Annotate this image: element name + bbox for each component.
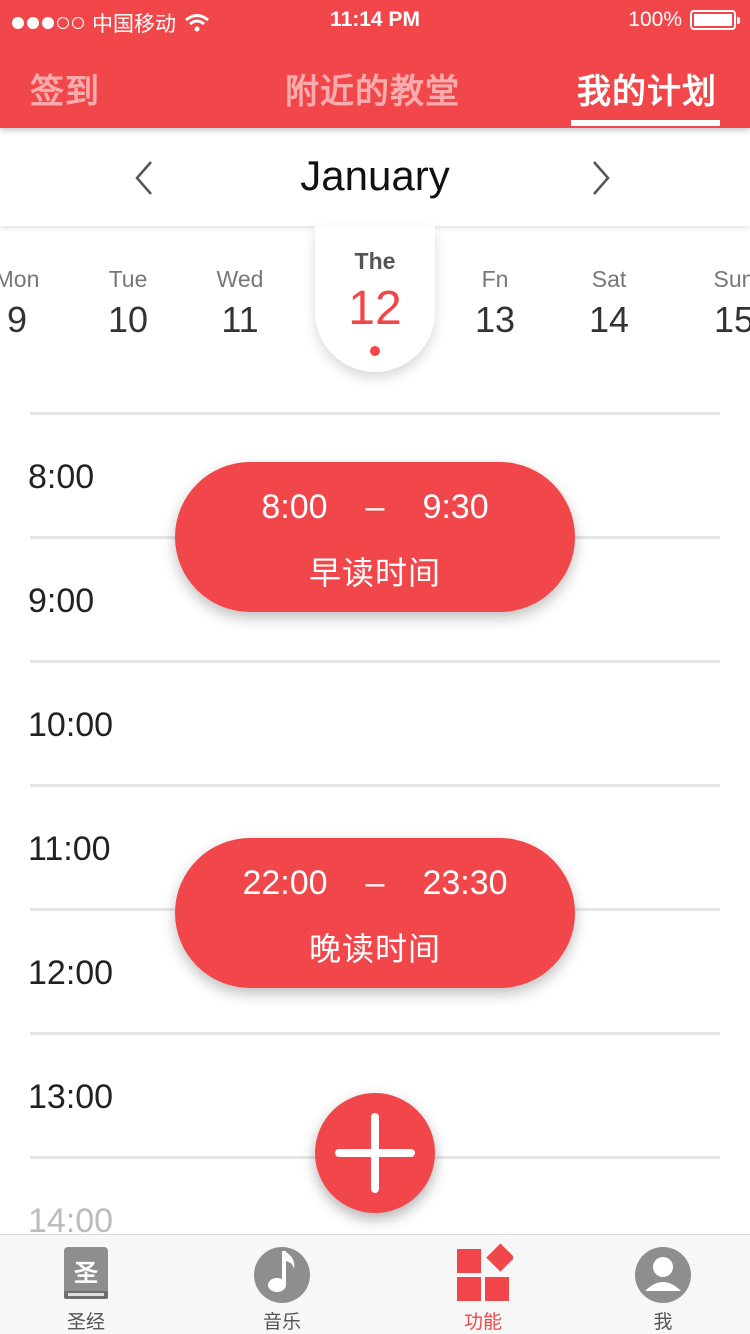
- day-date: 9: [6, 299, 28, 340]
- next-month-button[interactable]: [580, 158, 620, 198]
- day-name: Tue: [108, 266, 148, 292]
- day-name: Wed: [216, 266, 264, 292]
- day-name: The: [354, 248, 396, 274]
- day-date: 14: [588, 299, 630, 340]
- timeline-divider: [30, 1032, 720, 1035]
- music-note-icon: [252, 1243, 312, 1303]
- nav-me[interactable]: 我: [603, 1243, 723, 1334]
- nav-label: 音乐: [262, 1312, 301, 1333]
- day-saturday[interactable]: Sat 14: [554, 266, 664, 341]
- day-date: 10: [107, 299, 149, 340]
- timeline-divider: [30, 784, 720, 787]
- hour-label: 9:00: [28, 582, 95, 620]
- nav-bible[interactable]: 圣 圣经: [26, 1243, 146, 1334]
- status-bar: 中国移动 11:14 PM 100%: [0, 0, 750, 40]
- event-end-time: 9:30: [422, 488, 489, 526]
- tab-my-plan[interactable]: 我的计划: [577, 64, 717, 113]
- bible-icon-glyph: 圣: [74, 1260, 98, 1287]
- day-thursday-selected[interactable]: The 12: [315, 226, 435, 372]
- event-title: 晚读时间: [308, 931, 441, 967]
- nav-label: 功能: [463, 1312, 502, 1333]
- day-date: 15: [713, 299, 750, 340]
- event-range-dash: –: [365, 864, 385, 902]
- bible-book-icon: 圣: [56, 1243, 116, 1303]
- event-title: 早读时间: [308, 555, 441, 591]
- hour-label: 13:00: [28, 1078, 114, 1116]
- tab-nearby-churches[interactable]: 附近的教堂: [285, 64, 460, 113]
- app-header: 中国移动 11:14 PM 100% 签到 附近的教堂 我的计划: [0, 0, 750, 128]
- bottom-nav: 圣 圣经 音乐 功能 我: [0, 1234, 750, 1334]
- top-tabs: 签到 附近的教堂 我的计划: [0, 60, 750, 128]
- day-date: 11: [221, 299, 259, 340]
- event-evening-reading[interactable]: 22:00–23:30 晚读时间: [175, 838, 575, 988]
- nav-label: 圣经: [66, 1312, 105, 1333]
- hour-label: 12:00: [28, 954, 114, 992]
- event-range-dash: –: [365, 488, 385, 526]
- grid-diamond-icon: [453, 1243, 515, 1303]
- timeline-divider: [30, 660, 720, 663]
- hour-label: 11:00: [28, 830, 111, 868]
- day-name: Mon: [0, 266, 40, 292]
- hour-label: 10:00: [28, 706, 114, 744]
- nav-functions[interactable]: 功能: [423, 1243, 543, 1334]
- day-name: Sat: [591, 266, 627, 292]
- day-wednesday[interactable]: Wed 11: [185, 266, 295, 341]
- nav-music[interactable]: 音乐: [222, 1243, 342, 1334]
- day-monday[interactable]: Mon 9: [0, 266, 72, 341]
- nav-label: 我: [653, 1312, 673, 1333]
- event-end-time: 23:30: [422, 864, 508, 902]
- day-sunday[interactable]: Sun 15: [679, 266, 750, 341]
- battery-label: 100%: [628, 8, 682, 31]
- battery-icon: [690, 10, 740, 30]
- hour-label: 8:00: [28, 458, 95, 496]
- add-plan-button[interactable]: [315, 1093, 435, 1213]
- month-selector: January: [0, 128, 750, 226]
- timeline-divider: [30, 412, 720, 415]
- day-date: 12: [348, 282, 402, 335]
- event-indicator-dot: [370, 346, 380, 356]
- day-tuesday[interactable]: Tue 10: [73, 266, 183, 341]
- event-morning-reading[interactable]: 8:00–9:30 早读时间: [175, 462, 575, 612]
- day-name: Sun: [713, 266, 750, 292]
- event-start-time: 22:00: [242, 864, 328, 902]
- active-tab-indicator: [571, 120, 720, 126]
- month-title: January: [300, 152, 450, 199]
- day-name: Fn: [481, 266, 509, 292]
- day-date: 13: [474, 299, 516, 340]
- event-start-time: 8:00: [261, 488, 328, 526]
- chevron-right-icon: [593, 161, 610, 195]
- week-strip: Mon 9 Tue 10 Wed 11 The 12 Fn 13 Sat 14 …: [0, 226, 750, 376]
- tab-checkin[interactable]: 签到: [30, 64, 100, 113]
- user-avatar-icon: [633, 1243, 693, 1303]
- day-friday[interactable]: Fn 13: [440, 266, 550, 341]
